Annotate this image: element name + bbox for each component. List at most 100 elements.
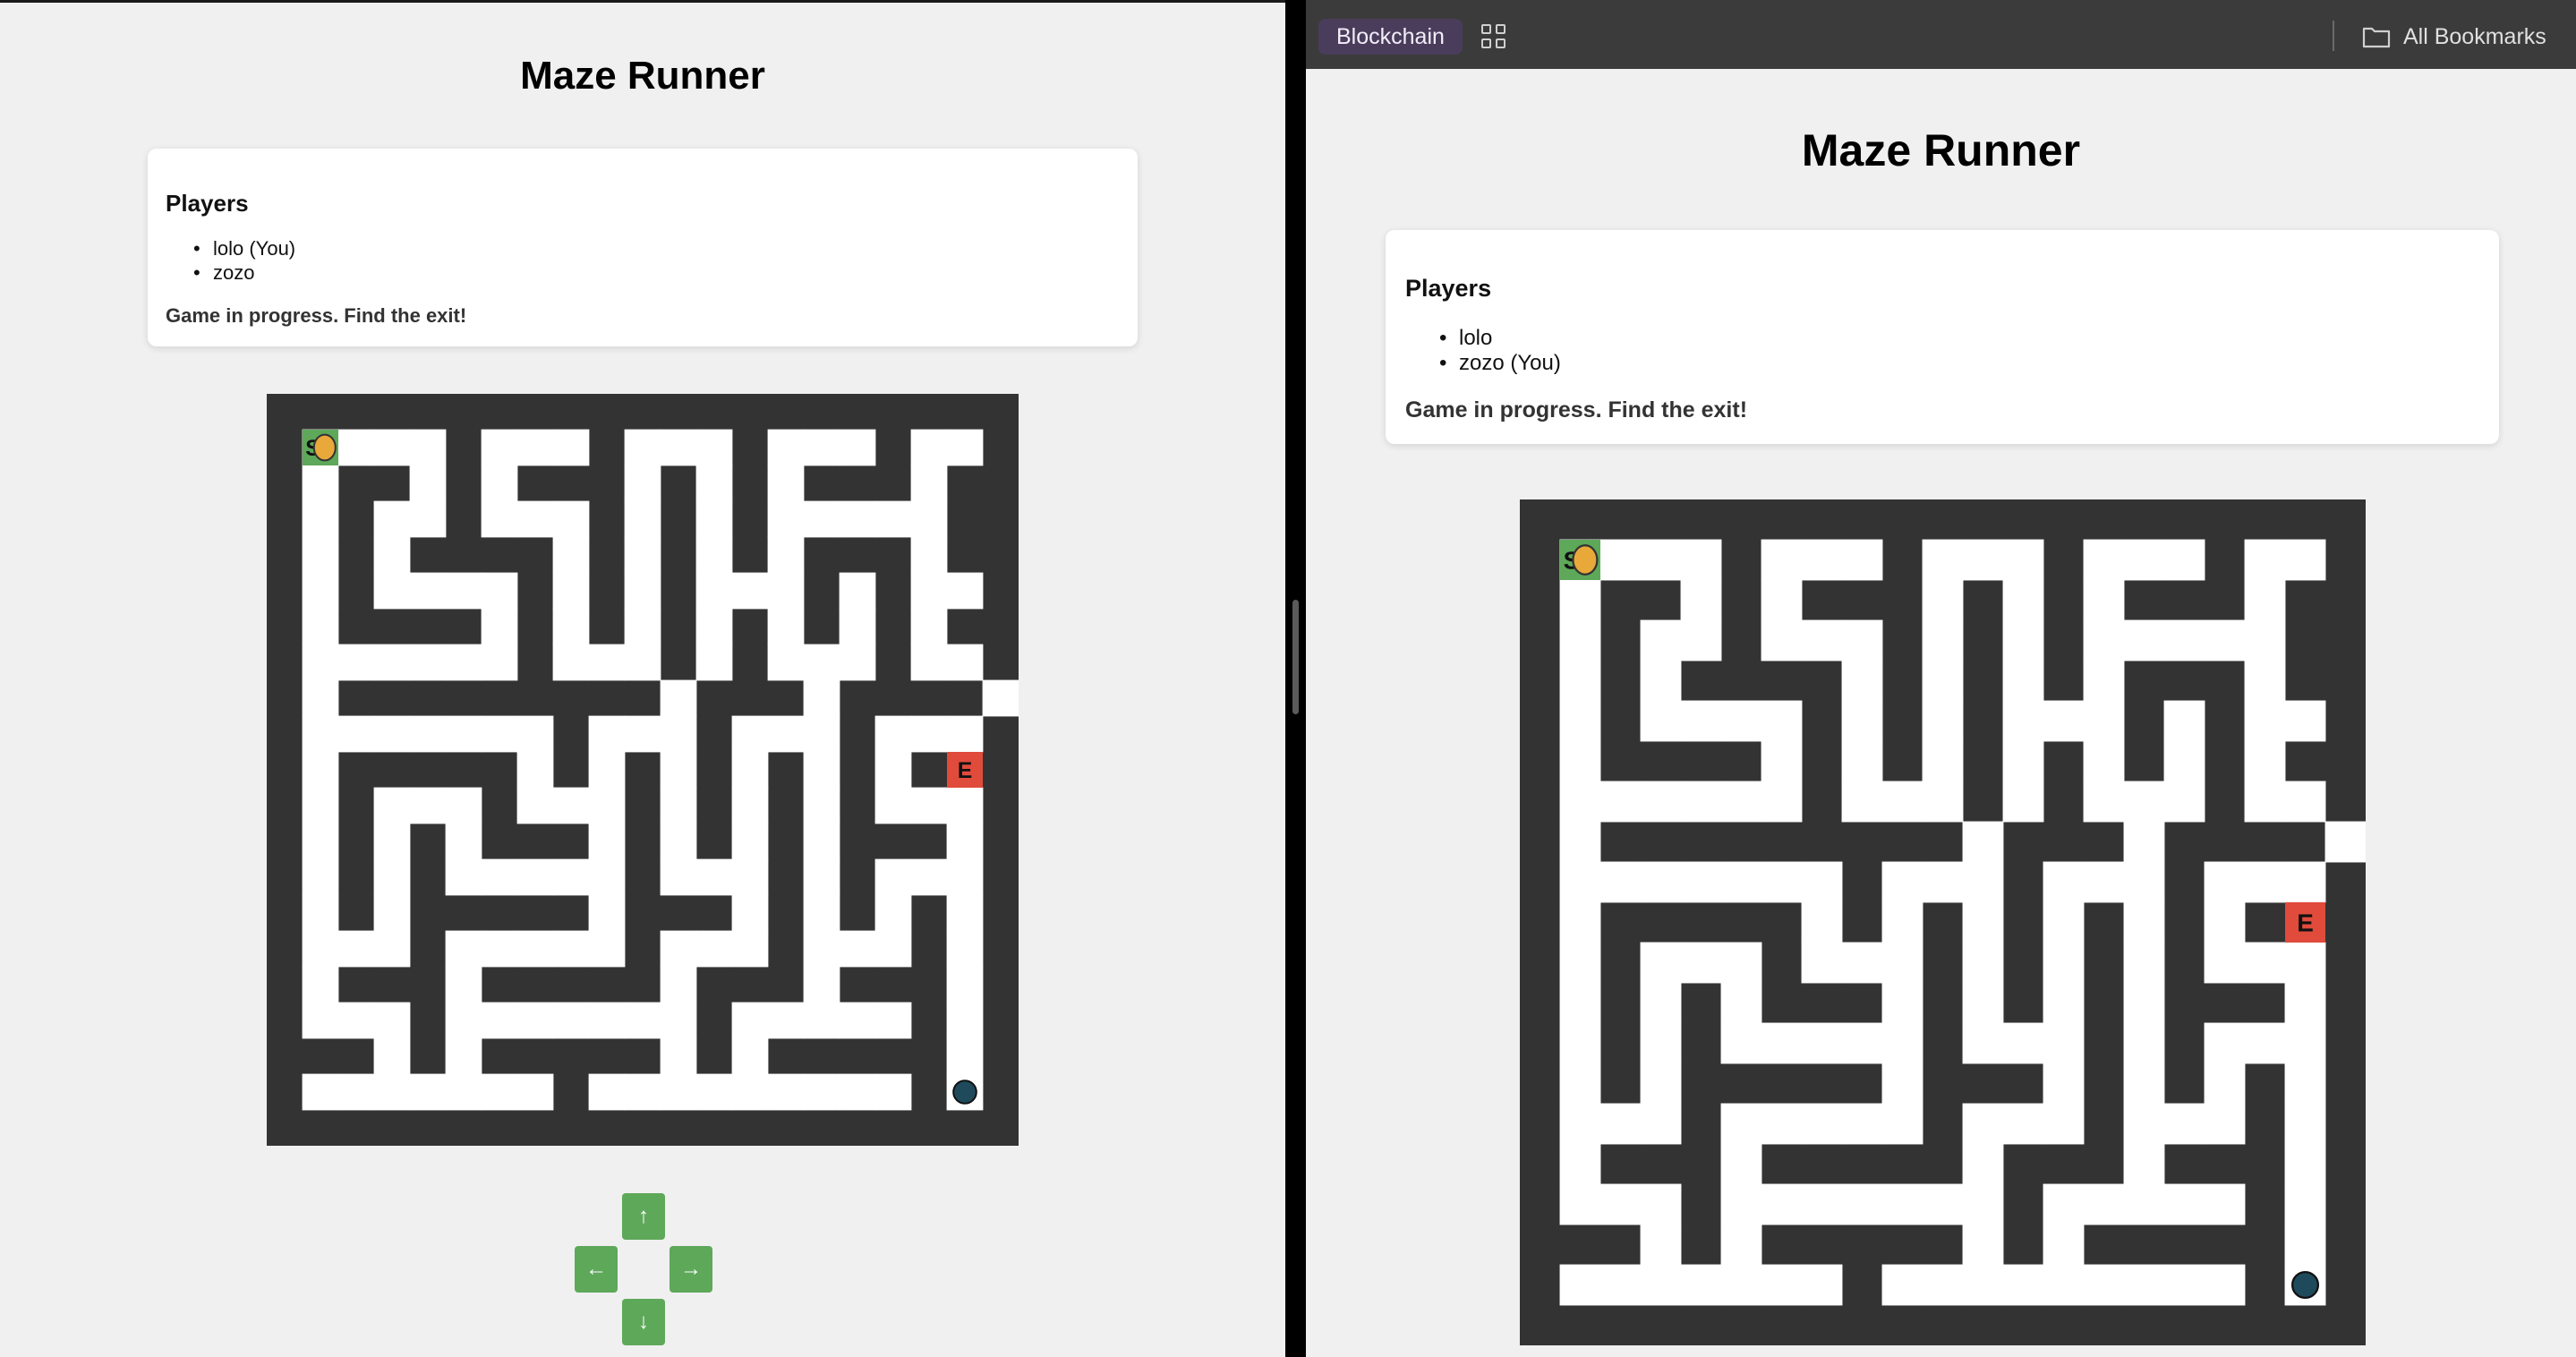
maze-path-cell <box>910 429 948 466</box>
maze-path-cell <box>695 536 733 574</box>
maze-path-cell <box>767 608 805 645</box>
maze-path-cell <box>1841 781 1883 823</box>
maze-path-cell <box>874 500 912 538</box>
maze-path-cell <box>2244 861 2286 903</box>
maze-path-cell <box>1922 781 1964 823</box>
maze-path-cell <box>588 644 626 681</box>
maze-path-cell <box>302 465 339 502</box>
players-panel: Players lolo (You) zozo Game in progress… <box>148 149 1138 346</box>
maze-path-cell <box>2123 1103 2165 1145</box>
maze-path-cell <box>302 823 339 860</box>
maze-path-cell <box>1599 781 1642 823</box>
maze-path-cell <box>1922 660 1964 702</box>
maze-path-cell <box>624 429 661 466</box>
maze-path-cell <box>767 644 805 681</box>
maze-path-cell <box>302 894 339 932</box>
split-view-resize-handle[interactable] <box>1292 600 1299 714</box>
players-panel: Players lolo zozo (You) Game in progress… <box>1386 230 2499 444</box>
maze-path-cell <box>2163 1183 2205 1225</box>
maze-path-cell <box>1640 619 1682 661</box>
maze-path-cell <box>1559 1022 1601 1064</box>
maze-path-cell <box>1962 982 2004 1024</box>
maze-path-cell <box>910 787 948 824</box>
maze-path-cell <box>588 751 626 789</box>
maze-path-cell <box>337 930 375 968</box>
maze-path-cell <box>767 715 805 753</box>
maze-path-cell <box>874 787 912 824</box>
maze-path-cell <box>731 930 769 968</box>
player-marker-zozo <box>2290 1270 2320 1300</box>
maze-path-cell <box>588 787 626 824</box>
maze-path-cell <box>803 429 840 466</box>
maze-path-cell <box>624 500 661 538</box>
maze-path-cell <box>1559 901 1601 943</box>
maze-path-cell <box>302 679 339 717</box>
maze-path-cell <box>731 787 769 824</box>
maze-path-cell <box>445 823 482 860</box>
move-up-button[interactable]: ↑ <box>622 1193 665 1240</box>
maze-path-cell <box>2244 740 2286 782</box>
exit-label: E <box>958 759 973 783</box>
maze-path-cell <box>1841 1103 1883 1145</box>
maze-path-cell <box>1640 1063 1682 1105</box>
maze-path-cell <box>2043 1103 2085 1145</box>
maze-path-cell <box>373 1037 411 1075</box>
maze-path-cell <box>2123 1143 2165 1185</box>
maze-path-cell <box>2083 740 2125 782</box>
maze-path-cell <box>1680 579 1722 621</box>
maze-path-cell <box>1761 1103 1803 1145</box>
maze-path-cell <box>731 1037 769 1075</box>
maze-path-cell <box>1801 1103 1843 1145</box>
all-bookmarks-button[interactable]: All Bookmarks <box>2362 21 2546 52</box>
maze-path-cell <box>445 715 482 753</box>
maze-path-cell <box>731 572 769 610</box>
maze-path-cell <box>803 966 840 1003</box>
maze-path-cell <box>1640 861 1682 903</box>
maze-path-cell <box>373 429 411 466</box>
maze-path-cell <box>1841 539 1883 581</box>
maze-path-cell <box>695 608 733 645</box>
maze-path-cell <box>2083 781 2125 823</box>
maze-path-cell <box>660 679 697 717</box>
maze-path-cell <box>910 572 948 610</box>
move-left-button[interactable]: ← <box>575 1246 618 1293</box>
maze-path-cell <box>1761 1264 1803 1306</box>
maze-path-cell <box>660 751 697 789</box>
maze-path-cell <box>1640 942 1682 984</box>
maze-path-cell <box>660 966 697 1003</box>
maze-path-cell <box>2083 619 2125 661</box>
maze-path-cell <box>373 930 411 968</box>
maze-path-cell <box>1801 1264 1843 1306</box>
maze-path-cell <box>373 500 411 538</box>
maze-path-cell <box>337 1073 375 1111</box>
maze-path-cell <box>2284 1063 2326 1105</box>
maze-path-cell <box>481 1073 518 1111</box>
grid-icon[interactable] <box>1481 24 1506 49</box>
maze-path-cell <box>2043 901 2085 943</box>
maze-path-cell <box>910 715 948 753</box>
maze-path-cell <box>624 1002 661 1039</box>
maze-path-cell <box>1720 1143 1762 1185</box>
maze-path-cell <box>1599 861 1642 903</box>
maze-path-cell <box>624 608 661 645</box>
maze-path-cell <box>1962 1183 2004 1225</box>
maze-path-cell <box>1559 821 1601 863</box>
maze-path-cell <box>588 823 626 860</box>
maze-path-cell <box>1922 579 1964 621</box>
maze-path-cell <box>1720 1183 1762 1225</box>
maze-path-cell <box>1720 1103 1762 1145</box>
maze-path-cell <box>910 500 948 538</box>
maze-path-cell <box>1881 1063 1923 1105</box>
maze-path-cell <box>1640 781 1682 823</box>
maze-path-cell <box>1720 1022 1762 1064</box>
maze-path-cell <box>337 715 375 753</box>
maze-path-cell <box>1559 781 1601 823</box>
maze-path-cell <box>2123 1183 2165 1225</box>
maze-path-cell <box>2083 539 2125 581</box>
maze-path-cell <box>946 572 984 610</box>
move-right-button[interactable]: → <box>670 1246 712 1293</box>
maze-path-cell <box>552 429 590 466</box>
move-down-button[interactable]: ↓ <box>622 1299 665 1345</box>
maze-path-cell <box>874 1073 912 1111</box>
bookmark-folder-blockchain[interactable]: Blockchain <box>1318 19 1463 55</box>
